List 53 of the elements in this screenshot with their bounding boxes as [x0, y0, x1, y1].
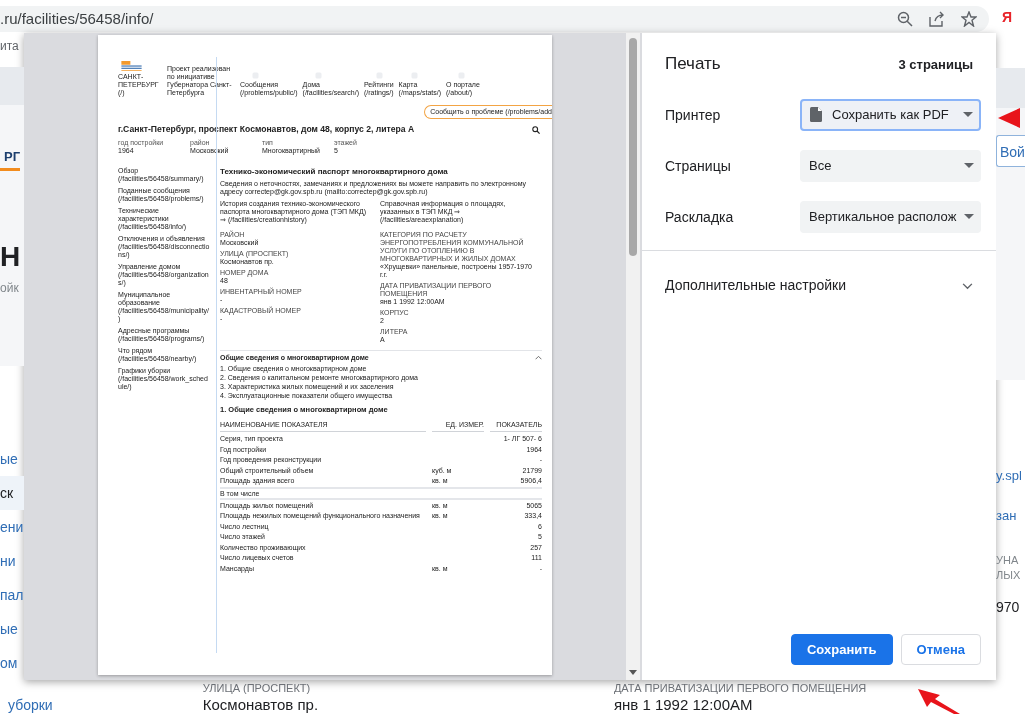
page-link[interactable]: зан	[996, 508, 1025, 548]
share-icon[interactable]	[929, 10, 945, 27]
login-button[interactable]: Вой	[996, 135, 1025, 167]
select-field[interactable]: Сохранить как PDF	[800, 98, 981, 131]
header-text: ита	[0, 38, 20, 55]
zoom-out-icon[interactable]	[897, 10, 913, 27]
setting-label: Принтер	[665, 106, 722, 123]
profile-letter[interactable]: Я	[989, 8, 1025, 25]
page-link[interactable]: y.spl	[996, 468, 1025, 508]
field-label: ДАТА ПРИВАТИЗАЦИИ ПЕРВОГО ПОМЕЩЕНИЯ	[613, 682, 867, 695]
cancel-button[interactable]: Отмена	[900, 634, 981, 665]
field-value: янв 1 1992 12:00AM	[613, 695, 753, 714]
field-value: Космонавтов пр.	[202, 695, 319, 714]
scrollbar-thumb[interactable]	[629, 38, 637, 256]
chevron-down-icon	[962, 283, 973, 290]
url-text: .ru/facilities/56458/info/	[0, 10, 155, 27]
logo-text: РГ	[0, 149, 21, 172]
sidebar-link[interactable]: ни	[0, 544, 24, 578]
page-heading: Н	[0, 241, 22, 274]
sidebar-link[interactable]: пал	[0, 578, 24, 612]
select-field[interactable]: Вертикальное располож	[800, 200, 981, 233]
logo-icon	[118, 61, 145, 73]
sidebar-link[interactable]: ые	[0, 612, 24, 646]
page-subheading: ойк	[0, 281, 20, 296]
search-icon[interactable]	[532, 125, 540, 134]
sidebar-link[interactable]: ые	[0, 442, 24, 476]
sidebar-link[interactable]: ени	[0, 510, 24, 544]
field-value: 970	[996, 599, 1021, 615]
chevron-up-icon	[535, 355, 542, 360]
pointer-arrow-icon	[918, 689, 960, 714]
sidebar-link[interactable]: уборки	[8, 697, 53, 714]
dialog-title: Печать	[665, 54, 721, 74]
scroll-down-icon[interactable]	[629, 670, 637, 676]
page-count: 3 страницы	[898, 56, 973, 72]
field-label: ЛЫХ	[996, 568, 1022, 583]
dropdown-caret-icon	[964, 214, 974, 219]
pointer-arrow-icon	[998, 107, 1020, 129]
setting-label: Раскладка	[665, 208, 735, 225]
star-icon[interactable]	[961, 10, 977, 27]
field-label: УНА	[996, 553, 1020, 568]
more-settings-toggle[interactable]: Дополнительные настройки	[665, 277, 846, 293]
dropdown-caret-icon	[963, 112, 973, 117]
document-icon	[810, 107, 822, 122]
passport-title: Технико-экономический паспорт многоквартирного дома	[220, 167, 449, 177]
dropdown-caret-icon	[964, 163, 974, 168]
save-button[interactable]: Сохранить	[790, 634, 893, 665]
scrollbar[interactable]	[626, 33, 640, 680]
setting-label: Страницы	[665, 157, 732, 174]
field-label: УЛИЦА (ПРОСПЕКТ)	[202, 682, 311, 695]
select-field[interactable]: Все	[800, 149, 981, 182]
address-title: г.Санкт-Петербург, проспект Космонавтов, дом 48, корпус 2, литера А	[118, 124, 415, 135]
sidebar-link[interactable]: ом	[0, 646, 24, 680]
sidebar-link[interactable]: ск	[0, 476, 24, 510]
